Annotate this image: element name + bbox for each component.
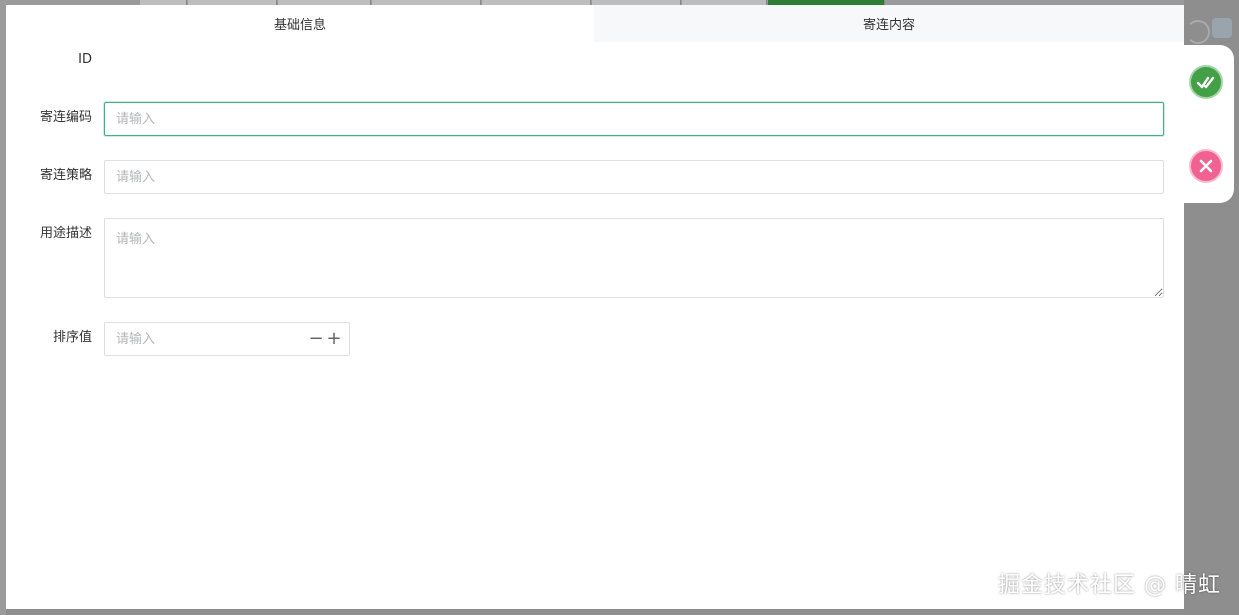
cancel-button[interactable] [1189, 149, 1223, 183]
description-label: 用途描述 [39, 226, 92, 241]
tab-content[interactable]: 寄连内容 [594, 5, 1184, 42]
increase-button[interactable]: + [325, 330, 343, 348]
confirm-button[interactable] [1189, 65, 1223, 99]
strategy-label: 寄连策略 [39, 168, 92, 183]
id-label: ID [78, 52, 92, 67]
sort-input[interactable] [105, 323, 317, 355]
decrease-button[interactable]: − [307, 330, 325, 348]
refresh-icon [1186, 20, 1210, 44]
code-input[interactable] [104, 102, 1164, 136]
watermark: 掘金技术社区 @ 晴虹 [998, 573, 1221, 598]
dialog-tabs: 基础信息 寄连内容 [6, 5, 1184, 42]
edit-dialog: 基础信息 寄连内容 ID 寄连编码 寄连策略 用途描述 排序值 − + [6, 5, 1184, 609]
close-icon [1199, 159, 1213, 173]
double-check-icon [1196, 76, 1215, 89]
user-icon [1212, 18, 1232, 38]
strategy-input[interactable] [104, 160, 1164, 194]
code-label: 寄连编码 [39, 110, 92, 125]
tab-basic-info[interactable]: 基础信息 [6, 5, 594, 42]
sort-number-input: − + [104, 322, 350, 356]
description-textarea[interactable] [104, 218, 1164, 298]
dialog-action-panel [1184, 45, 1234, 203]
sort-label: 排序值 [52, 330, 92, 345]
